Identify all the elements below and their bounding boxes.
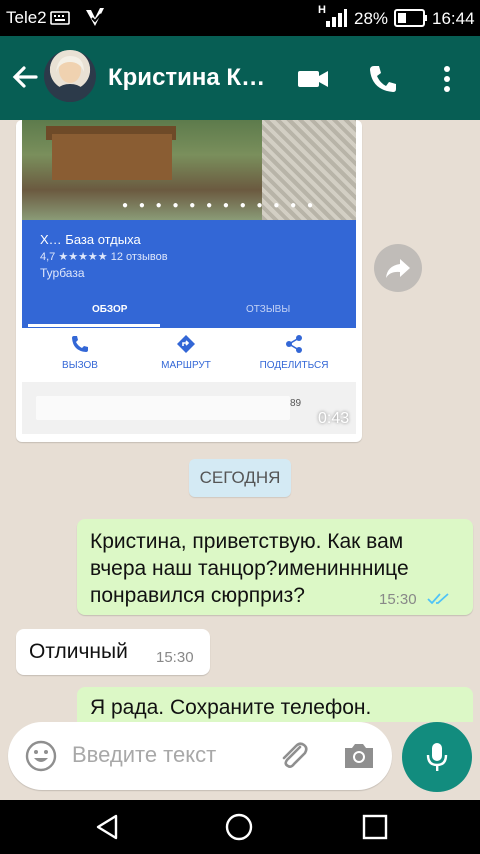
message-placeholder: Введите текст bbox=[72, 742, 217, 767]
status-bar: Tele2 H 28% 16:44 bbox=[0, 0, 480, 36]
read-receipt-icon bbox=[427, 592, 451, 611]
carrier-label: Tele2 bbox=[6, 8, 47, 27]
voice-call-icon[interactable] bbox=[366, 62, 400, 96]
home-nav-icon[interactable] bbox=[224, 812, 254, 847]
tab-overview: ОБЗОР bbox=[92, 304, 128, 315]
microphone-icon bbox=[426, 743, 448, 771]
directions-icon bbox=[136, 334, 236, 356]
back-nav-icon[interactable] bbox=[92, 812, 122, 847]
attach-icon[interactable] bbox=[276, 738, 310, 777]
message-time: 15:30 bbox=[379, 591, 417, 608]
app-notification-icon bbox=[84, 6, 106, 33]
place-action-route-label: МАРШРУТ bbox=[161, 360, 211, 371]
share-icon bbox=[244, 334, 344, 356]
recents-nav-icon[interactable] bbox=[360, 812, 390, 847]
message-input[interactable]: Введите текст bbox=[8, 722, 392, 790]
voice-record-button[interactable] bbox=[402, 722, 472, 792]
more-options-icon[interactable] bbox=[430, 62, 464, 96]
signal-icon bbox=[324, 8, 348, 33]
chat-area[interactable]: ● ● ● ● ● ● ● ● ● ● ● ● Х… База отдыха 4… bbox=[0, 120, 480, 722]
place-photo: ● ● ● ● ● ● ● ● ● ● ● ● bbox=[22, 120, 356, 220]
address-number: 89 bbox=[290, 398, 302, 409]
contact-name[interactable]: Кристина К… bbox=[108, 64, 278, 92]
tab-reviews: ОТЗЫВЫ bbox=[246, 304, 291, 315]
forward-button[interactable] bbox=[374, 244, 422, 292]
chat-header: Кристина К… bbox=[0, 36, 480, 120]
phone-icon bbox=[30, 334, 130, 356]
keyboard-icon bbox=[50, 10, 70, 31]
place-card: Х… База отдыха 4,7 ★★★★★ 12 отзывов Турб… bbox=[22, 220, 356, 328]
video-message[interactable]: ● ● ● ● ● ● ● ● ● ● ● ● Х… База отдыха 4… bbox=[16, 120, 362, 442]
message-time: 15:30 bbox=[156, 649, 194, 666]
video-duration: 0:43 bbox=[318, 410, 350, 427]
place-action-share: ПОДЕЛИТЬСЯ bbox=[244, 334, 344, 371]
message-text: Отличный bbox=[29, 640, 128, 663]
back-arrow-icon[interactable] bbox=[8, 60, 42, 94]
system-nav-bar bbox=[0, 800, 480, 854]
address-redacted bbox=[36, 396, 290, 420]
video-call-icon[interactable] bbox=[296, 62, 330, 96]
camera-icon[interactable] bbox=[342, 739, 376, 778]
composer-bar: Введите текст bbox=[0, 722, 480, 800]
place-type: Турбаза bbox=[40, 266, 85, 280]
forward-arrow-icon bbox=[386, 259, 410, 278]
message-outgoing[interactable]: Кристина, приветствую. Как вам вчера наш… bbox=[77, 519, 473, 615]
message-text: Я рада. Сохраните телефон. bbox=[90, 696, 372, 719]
video-thumbnail[interactable]: ● ● ● ● ● ● ● ● ● ● ● ● Х… База отдыха 4… bbox=[22, 120, 356, 434]
place-action-call-label: ВЫЗОВ bbox=[62, 360, 98, 371]
emoji-icon[interactable] bbox=[24, 739, 58, 778]
battery-percentage: 28% bbox=[354, 9, 389, 28]
date-divider: СЕГОДНЯ bbox=[189, 459, 291, 497]
battery-icon bbox=[394, 9, 428, 32]
message-incoming[interactable]: Отличный 15:30 bbox=[16, 629, 210, 675]
message-outgoing[interactable]: Я рада. Сохраните телефон. bbox=[77, 687, 473, 722]
place-title: Х… База отдыха bbox=[40, 232, 141, 247]
place-action-call: ВЫЗОВ bbox=[30, 334, 130, 371]
place-address: 89 bbox=[22, 382, 356, 434]
tab-indicator bbox=[28, 324, 160, 327]
clock: 16:44 bbox=[432, 9, 475, 28]
place-action-share-label: ПОДЕЛИТЬСЯ bbox=[259, 360, 329, 371]
place-actions: ВЫЗОВ МАРШРУТ ПОДЕЛИТЬСЯ bbox=[22, 328, 356, 382]
contact-avatar[interactable] bbox=[44, 50, 96, 102]
place-action-route: МАРШРУТ bbox=[136, 334, 236, 371]
place-rating: 4,7 ★★★★★ 12 отзывов bbox=[40, 251, 168, 263]
